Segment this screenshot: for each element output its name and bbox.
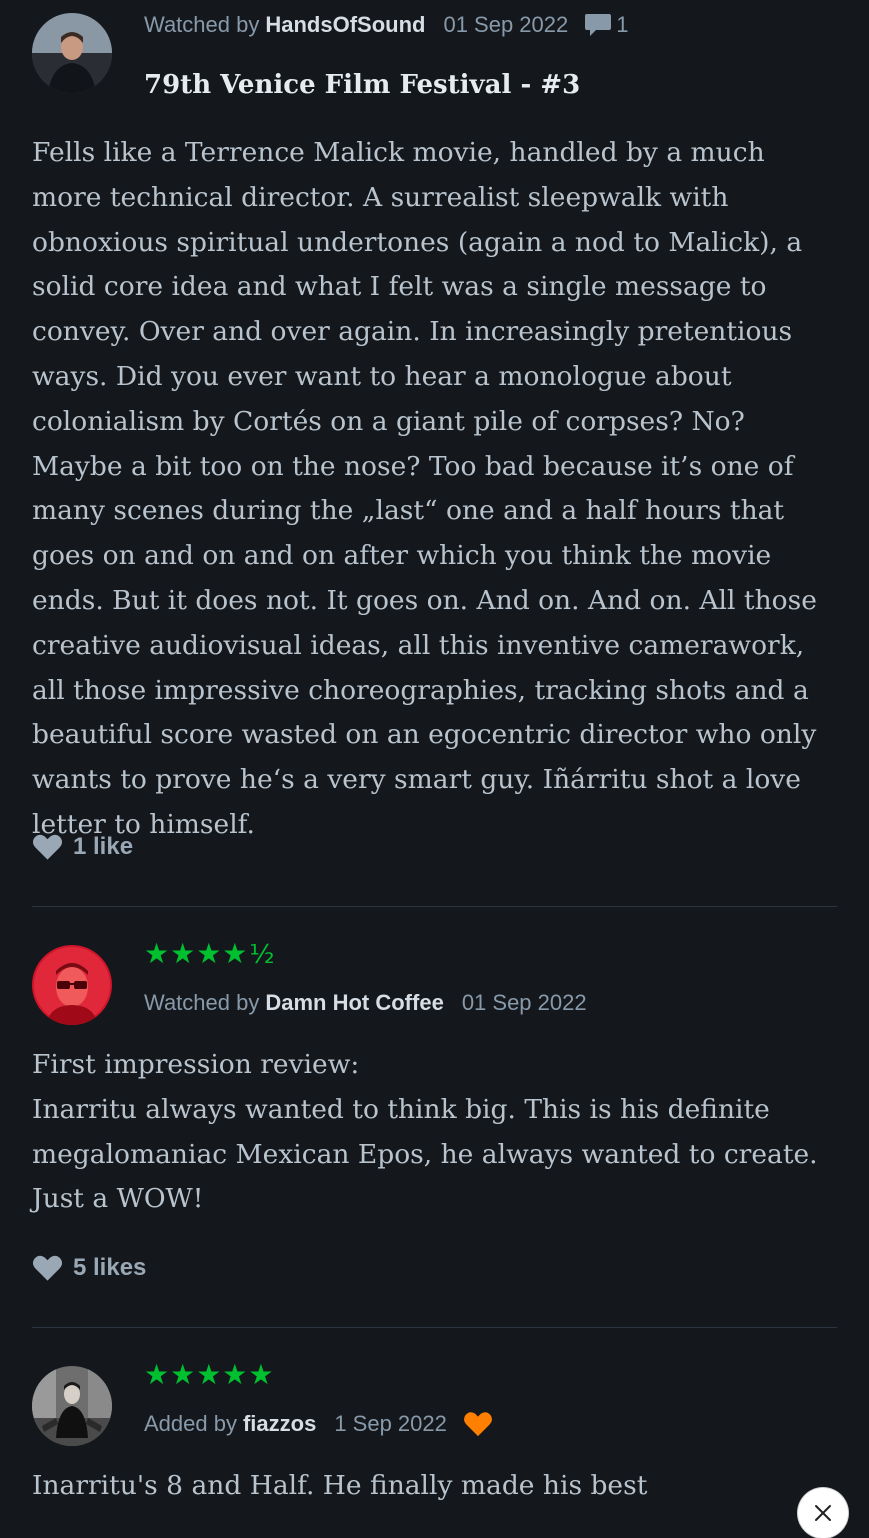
review-title[interactable]: 79th Venice Film Festival - #3 (144, 70, 580, 100)
comment-icon[interactable] (584, 12, 612, 38)
heart-icon (32, 834, 63, 860)
review-meta: Watched by HandsOfSound 01 Sep 2022 1 (144, 12, 629, 38)
review-text: Inarritu's 8 and Half. He finally made h… (32, 1470, 648, 1501)
review-date[interactable]: 1 Sep 2022 (334, 1411, 447, 1437)
rating-half: ½ (249, 940, 276, 970)
review-author[interactable]: fiazzos (243, 1411, 316, 1437)
close-button[interactable] (798, 1488, 848, 1538)
divider (32, 1327, 837, 1328)
star-rating: ★★★★½ (144, 937, 276, 970)
review-date[interactable]: 01 Sep 2022 (462, 990, 587, 1016)
likes-label: 5 likes (73, 1254, 147, 1281)
review-author[interactable]: HandsOfSound (265, 12, 425, 38)
review-date[interactable]: 01 Sep 2022 (443, 12, 568, 38)
review-meta: Watched by Damn Hot Coffee 01 Sep 2022 (144, 990, 587, 1016)
avatar[interactable] (32, 13, 112, 93)
rating-stars: ★★★★ (144, 937, 249, 970)
avatar[interactable] (32, 945, 112, 1025)
review-meta: Added by fiazzos 1 Sep 2022 (144, 1411, 493, 1437)
likes-label: 1 like (73, 833, 134, 860)
star-rating: ★★★★★ (144, 1361, 275, 1389)
divider (32, 906, 837, 907)
review-body[interactable]: Inarritu's 8 and Half. He finally made h… (32, 1464, 837, 1509)
review-text: Fells like a Terrence Malick movie, hand… (32, 137, 817, 840)
review-author[interactable]: Damn Hot Coffee (265, 990, 443, 1016)
liked-heart-icon (463, 1411, 493, 1437)
review-action: Added by (144, 1411, 237, 1436)
review-body[interactable]: Fells like a Terrence Malick movie, hand… (32, 131, 837, 848)
close-icon (815, 1505, 831, 1521)
review-body[interactable]: First impression review: Inarritu always… (32, 1043, 837, 1222)
heart-icon (32, 1255, 63, 1281)
avatar[interactable] (32, 1366, 112, 1446)
rating-stars: ★★★★★ (144, 1358, 275, 1391)
review-text-line: First impression review: (32, 1049, 360, 1080)
like-count[interactable]: 1 like (32, 833, 133, 861)
review-action: Watched by (144, 990, 260, 1015)
review-action: Watched by (144, 12, 260, 37)
like-count[interactable]: 5 likes (32, 1254, 146, 1282)
review-text-line: Inarritu always wanted to think big. Thi… (32, 1093, 818, 1215)
comment-count: 1 (616, 12, 629, 37)
